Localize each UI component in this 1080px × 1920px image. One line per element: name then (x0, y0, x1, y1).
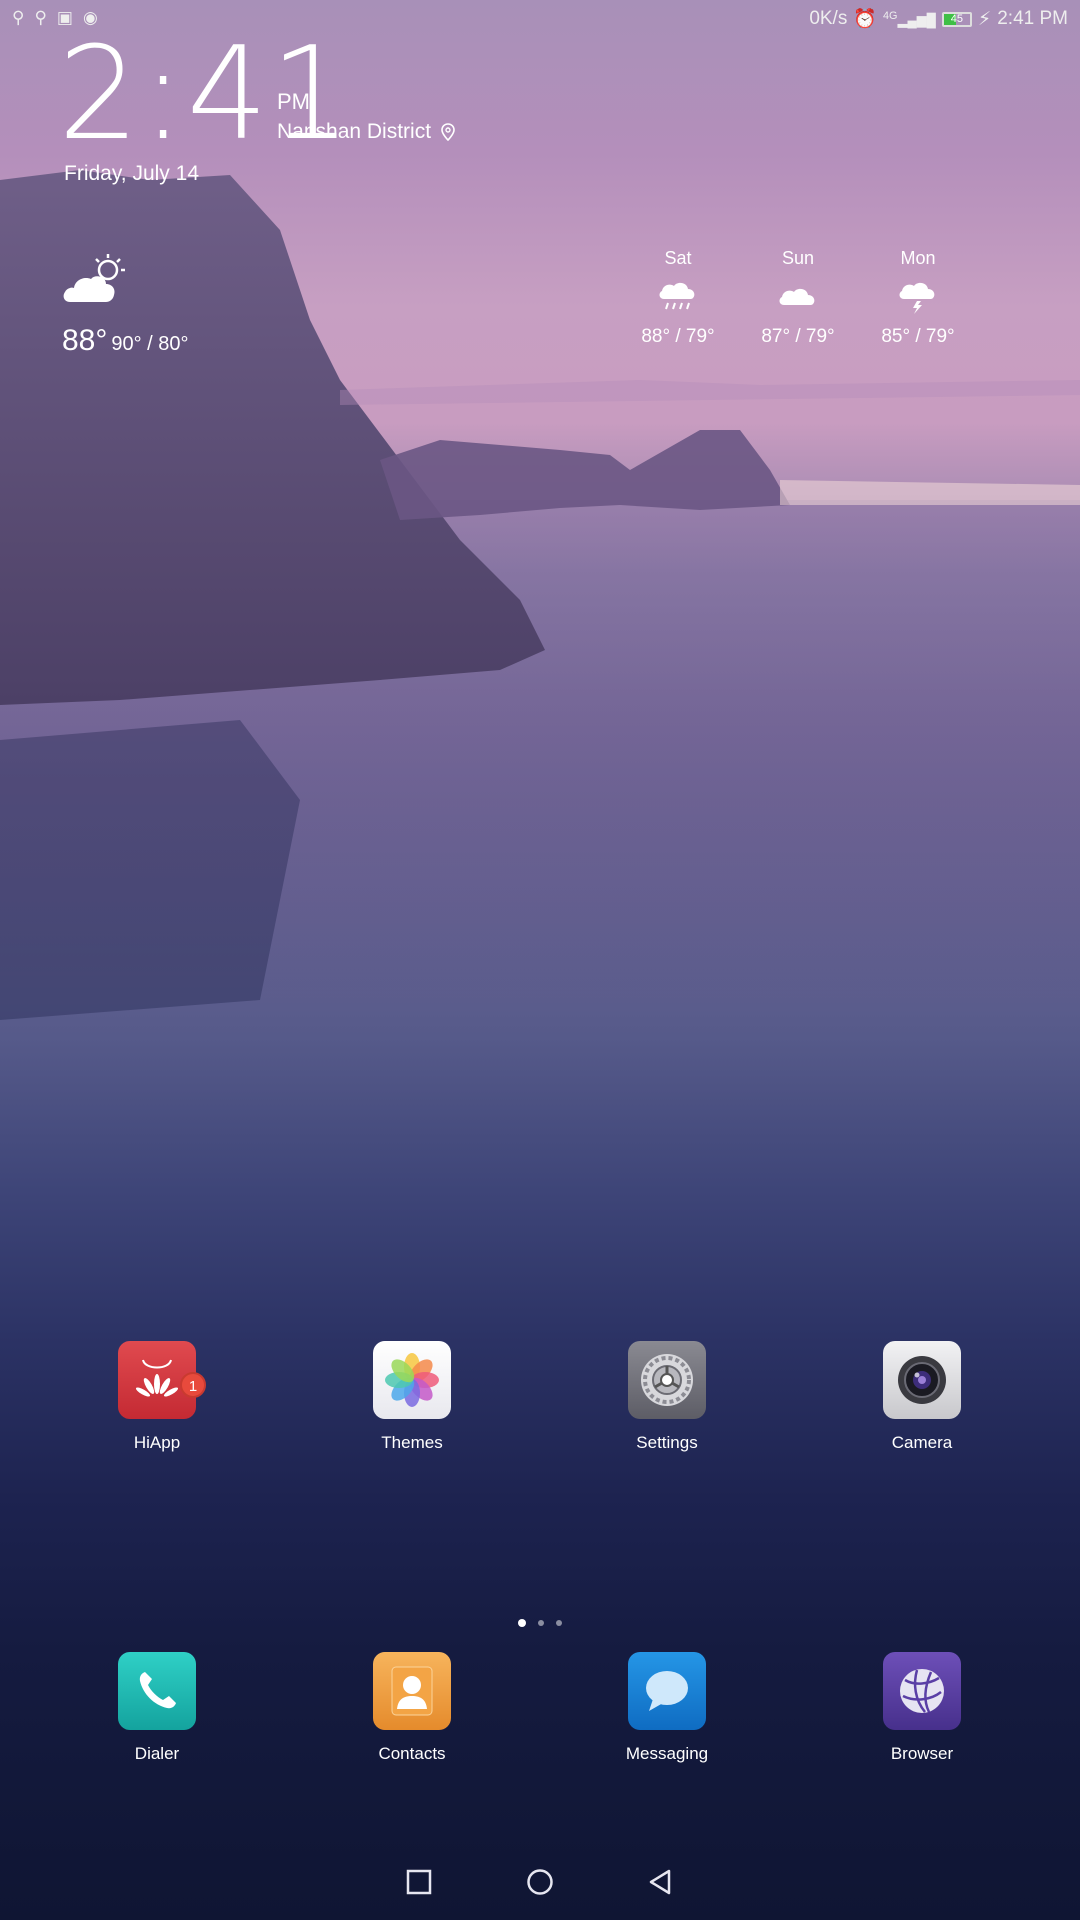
current-weather[interactable]: 88° 90° / 80° (62, 324, 189, 358)
signal-icon: 4G▂▄▆█ (883, 9, 936, 28)
notification-badge: 1 (180, 1372, 206, 1398)
page-dot[interactable] (556, 1620, 562, 1626)
messaging-icon (628, 1652, 706, 1730)
themes-icon (373, 1341, 451, 1419)
page-dot[interactable] (538, 1620, 544, 1626)
app-browser[interactable]: Browser (842, 1652, 1002, 1764)
contacts-icon (373, 1652, 451, 1730)
alarm-icon: ⏰ (853, 9, 878, 30)
app-label: Dialer (134, 1744, 180, 1763)
app-hiapp[interactable]: 1 HiApp (77, 1341, 237, 1453)
forecast-range: 88° / 79° (641, 326, 715, 347)
back-triangle-icon (649, 1869, 671, 1895)
page-dot[interactable] (518, 1619, 526, 1627)
app-label: Browser (890, 1744, 954, 1763)
rain-cloud-icon (659, 282, 695, 310)
app-settings[interactable]: Settings (587, 1341, 747, 1453)
network-type: 4G (883, 9, 898, 22)
usb-icon: ⚲ (34, 8, 47, 27)
battery-icon: 45 (941, 11, 972, 27)
app-camera[interactable]: Camera (842, 1341, 1002, 1453)
net-speed: 0K/s (809, 8, 848, 29)
thunderstorm-icon (899, 282, 935, 314)
app-dialer[interactable]: Dialer (77, 1652, 237, 1764)
home-button[interactable] (520, 1862, 560, 1902)
forecast-day-label: Mon (900, 248, 936, 268)
app-messaging[interactable]: Messaging (587, 1652, 747, 1764)
clock-date: Friday, July 14 (64, 162, 199, 185)
back-button[interactable] (640, 1862, 680, 1902)
current-range: 90° / 80° (111, 333, 189, 355)
usb-icon: ⚲ (12, 8, 25, 27)
circle-icon (527, 1869, 553, 1895)
cloud-icon (779, 288, 815, 305)
partly-cloudy-icon (63, 254, 125, 302)
clock-location[interactable]: Nanshan District (277, 120, 455, 144)
forecast-range: 85° / 79° (881, 326, 955, 347)
settings-icon (628, 1341, 706, 1419)
page-indicator[interactable] (0, 1619, 1080, 1627)
app-label: Camera (891, 1433, 953, 1452)
app-label: Settings (636, 1433, 698, 1452)
forecast-day-label: Sun (781, 248, 815, 268)
app-themes[interactable]: Themes (332, 1341, 492, 1453)
square-icon (406, 1869, 432, 1895)
clock-ampm: PM (277, 89, 310, 114)
app-contacts[interactable]: Contacts (332, 1652, 492, 1764)
location-pin-icon (441, 123, 455, 141)
battery-level: 45 (950, 12, 964, 25)
phone-icon (118, 1652, 196, 1730)
forecast-range: 87° / 79° (761, 326, 835, 347)
forecast-day[interactable]: Sat 88° / 79° (618, 248, 738, 348)
hiapp-icon: 1 (118, 1341, 206, 1419)
current-temp: 88° (62, 324, 108, 357)
forecast-day-label: Sat (664, 248, 692, 268)
charging-icon: ⚡ (977, 8, 992, 30)
app-label: Contacts (378, 1744, 446, 1763)
app-label: Messaging (625, 1744, 709, 1763)
status-right: 0K/s ⏰ 4G▂▄▆█ 45 ⚡ 2:41 PM (809, 7, 1068, 31)
status-time: 2:41 PM (997, 8, 1068, 29)
app-label: Themes (381, 1433, 443, 1452)
navigation-bar (0, 1830, 1080, 1920)
forecast-day[interactable]: Sun 87° / 79° (738, 248, 858, 348)
app-label: HiApp (133, 1433, 181, 1452)
browser-icon (883, 1652, 961, 1730)
camera-icon (883, 1341, 961, 1419)
recents-button[interactable] (399, 1862, 439, 1902)
forecast-day[interactable]: Mon 85° / 79° (858, 248, 978, 348)
location-label: Nanshan District (277, 120, 432, 143)
